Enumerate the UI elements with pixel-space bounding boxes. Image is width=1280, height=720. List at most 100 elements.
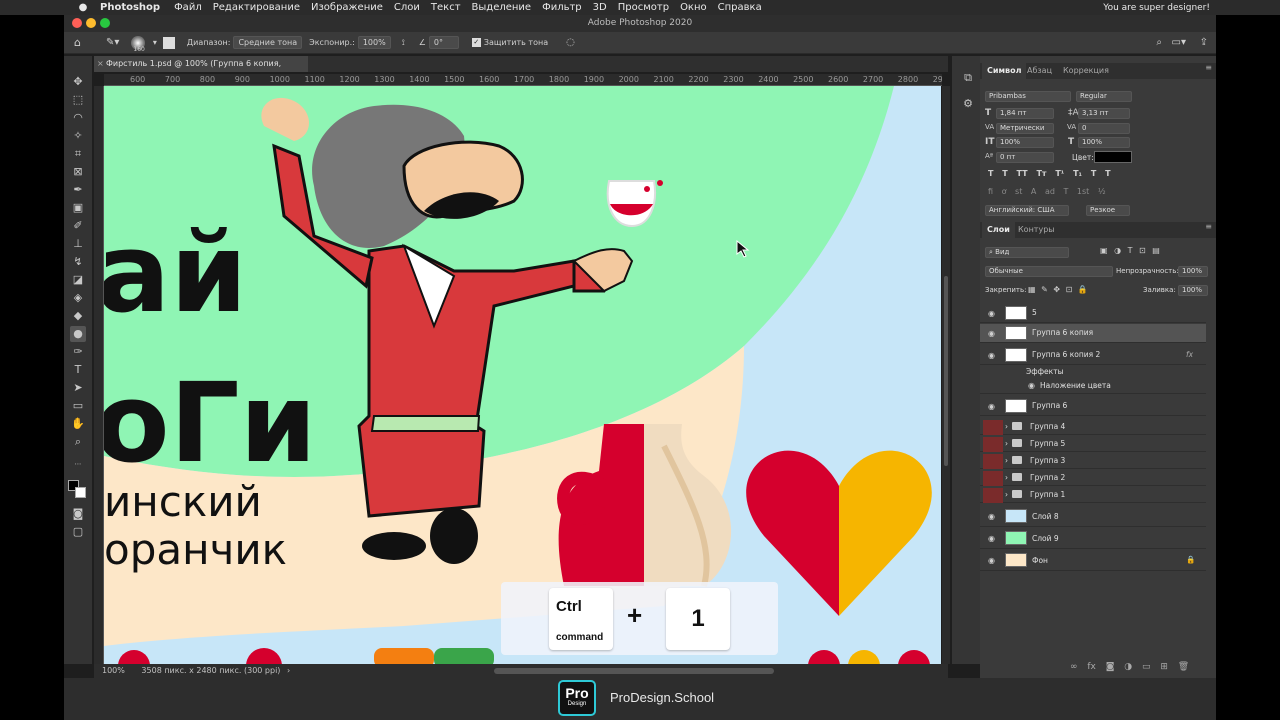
document-size[interactable]: 3508 пикс. x 2480 пикс. (300 ppi) xyxy=(141,666,280,675)
menu-view[interactable]: Просмотр xyxy=(618,2,669,13)
angle-field[interactable]: 0° xyxy=(428,36,459,49)
blur-tool-icon[interactable]: ◆ xyxy=(70,308,86,324)
app-menu[interactable]: Photoshop xyxy=(100,2,160,13)
menu-image[interactable]: Изображение xyxy=(311,2,383,13)
fill-field[interactable]: 100% xyxy=(1178,285,1208,296)
document-canvas[interactable]: ай оГи инский оранчик Ctrl command + 1 xyxy=(104,86,941,664)
tab-adjustments[interactable]: Коррекция xyxy=(1058,63,1114,79)
search-icon[interactable]: ⌕ xyxy=(1156,37,1162,48)
menu-help[interactable]: Справка xyxy=(718,2,762,13)
quick-select-icon[interactable]: ✧ xyxy=(70,128,86,144)
crop-tool-icon[interactable]: ⌗ xyxy=(70,146,86,162)
airbrush-icon[interactable]: ⟟ xyxy=(402,38,405,48)
path-select-icon[interactable]: ➤ xyxy=(70,380,86,396)
layer-row[interactable]: ◉ Группа 6 xyxy=(980,397,1206,416)
healing-brush-icon[interactable]: ▣ xyxy=(70,200,86,216)
pressure-icon[interactable]: ◌ xyxy=(566,37,575,48)
pen-tool-icon[interactable]: ✑ xyxy=(70,344,86,360)
text-color-swatch[interactable] xyxy=(1094,151,1132,163)
horizontal-scrollbar[interactable] xyxy=(494,668,774,674)
hidden-marker[interactable] xyxy=(983,454,1003,469)
exposure-field[interactable]: 100% xyxy=(357,36,391,49)
layer-row[interactable]: ◉ Слой 8 xyxy=(980,505,1206,527)
dodge-tool-icon[interactable]: ● xyxy=(70,326,86,342)
menu-edit[interactable]: Редактирование xyxy=(213,2,300,13)
panel-menu-icon[interactable]: ≡ xyxy=(1205,63,1212,72)
screen-mode-icon[interactable]: ▢ xyxy=(70,524,86,540)
zoom-window-button[interactable] xyxy=(100,18,110,28)
chevron-down-icon[interactable]: ▾ xyxy=(153,38,157,47)
eye-icon[interactable]: ◉ xyxy=(988,329,997,338)
brush-tool-icon[interactable]: ✐ xyxy=(70,218,86,234)
tracking-field[interactable]: 0 xyxy=(1078,123,1130,134)
dodge-tool-icon[interactable]: ✎▾ xyxy=(106,37,119,48)
close-tab-icon[interactable]: × xyxy=(97,56,104,72)
eye-icon[interactable]: ◉ xyxy=(988,402,997,411)
menu-window[interactable]: Окно xyxy=(680,2,707,13)
chevron-right-icon[interactable]: › xyxy=(1005,490,1008,499)
eye-icon[interactable]: ◉ xyxy=(988,534,997,543)
antialias-select[interactable]: Резкое xyxy=(1086,205,1130,216)
paint-bucket-icon[interactable]: ◈ xyxy=(70,290,86,306)
lasso-tool-icon[interactable]: ◠ xyxy=(70,110,86,126)
hidden-marker[interactable] xyxy=(983,488,1003,503)
tab-paths[interactable]: Контуры xyxy=(1013,222,1060,238)
group-row[interactable]: › Группа 4 xyxy=(980,418,1206,435)
chevron-right-icon[interactable]: › xyxy=(1005,473,1008,482)
blend-mode-select[interactable]: Обычные xyxy=(985,266,1113,277)
eye-icon[interactable]: ◉ xyxy=(988,556,997,565)
menu-layers[interactable]: Слои xyxy=(394,2,420,13)
panel-menu-icon[interactable]: ≡ xyxy=(1205,222,1212,231)
eye-icon[interactable]: ◉ xyxy=(988,512,997,521)
hidden-marker[interactable] xyxy=(983,471,1003,486)
zoom-level[interactable]: 100% xyxy=(102,666,125,675)
workspace-icon[interactable]: ▭▾ xyxy=(1172,37,1186,48)
tab-layers[interactable]: Слои xyxy=(982,222,1015,238)
properties-icon[interactable]: ⚙ xyxy=(960,96,976,112)
chevron-right-icon[interactable]: › xyxy=(1005,456,1008,465)
horizontal-scale-field[interactable]: 100% xyxy=(1078,137,1130,148)
tab-character[interactable]: Символ xyxy=(982,63,1027,79)
home-icon[interactable]: ⌂ xyxy=(74,36,96,49)
opacity-field[interactable]: 100% xyxy=(1178,266,1208,277)
opentype-buttons[interactable]: fi ơ st A ad T 1st ½ xyxy=(988,187,1106,196)
menu-select[interactable]: Выделение xyxy=(472,2,532,13)
menu-text[interactable]: Текст xyxy=(431,2,461,13)
font-style-select[interactable]: Regular xyxy=(1076,91,1132,102)
language-select[interactable]: Английский: США xyxy=(985,205,1069,216)
chevron-right-icon[interactable]: › xyxy=(1005,422,1008,431)
hidden-marker[interactable] xyxy=(983,437,1003,452)
baseline-field[interactable]: 0 пт xyxy=(996,152,1054,163)
range-select[interactable]: Средние тона xyxy=(233,36,303,49)
eye-icon[interactable]: ◉ xyxy=(988,351,997,360)
apple-icon[interactable]: ● xyxy=(76,2,90,13)
frame-tool-icon[interactable]: ⊠ xyxy=(70,164,86,180)
fx-badge[interactable]: fx xyxy=(1186,350,1193,359)
layer-row[interactable]: ◉ Слой 9 xyxy=(980,527,1206,549)
font-style-buttons[interactable]: T T TT Tт T¹ T₁ T T xyxy=(988,169,1111,178)
document-tab[interactable]: × Фирстиль 1.psd @ 100% (Группа 6 копия,… xyxy=(94,56,308,84)
lock-icons[interactable]: ▦ ✎ ✥ ⊡ 🔒 xyxy=(1028,285,1088,294)
move-tool-icon[interactable]: ✥ xyxy=(70,74,86,90)
layers-footer-icons[interactable]: ∞ fx ◙ ◑ ▭ ⊞ 🗑 xyxy=(1070,662,1189,672)
layer-row[interactable]: ◉ 5 xyxy=(980,304,1206,323)
vertical-scale-field[interactable]: 100% xyxy=(996,137,1054,148)
menu-file[interactable]: Файл xyxy=(174,2,202,13)
close-window-button[interactable] xyxy=(72,18,82,28)
group-row[interactable]: › Группа 2 xyxy=(980,469,1206,486)
hand-tool-icon[interactable]: ✋ xyxy=(70,416,86,432)
layer-row-selected[interactable]: ◉ Группа 6 копия xyxy=(980,324,1206,343)
history-brush-icon[interactable]: ↯ xyxy=(70,254,86,270)
quick-mask-icon[interactable]: ◙ xyxy=(70,506,86,522)
layer-row[interactable]: ◉ Фон 🔒 xyxy=(980,549,1206,571)
background-color-swatch[interactable] xyxy=(75,487,86,498)
hidden-marker[interactable] xyxy=(983,420,1003,435)
minimize-window-button[interactable] xyxy=(86,18,96,28)
brush-settings-icon[interactable] xyxy=(162,36,175,49)
stamp-tool-icon[interactable]: ⊥ xyxy=(70,236,86,252)
protect-tones-checkbox[interactable]: ✓ xyxy=(471,38,481,47)
shape-tool-icon[interactable]: ▭ xyxy=(70,398,86,414)
effects-row[interactable]: Эффекты xyxy=(980,366,1206,379)
group-row[interactable]: › Группа 3 xyxy=(980,452,1206,469)
menu-3d[interactable]: 3D xyxy=(593,2,607,13)
